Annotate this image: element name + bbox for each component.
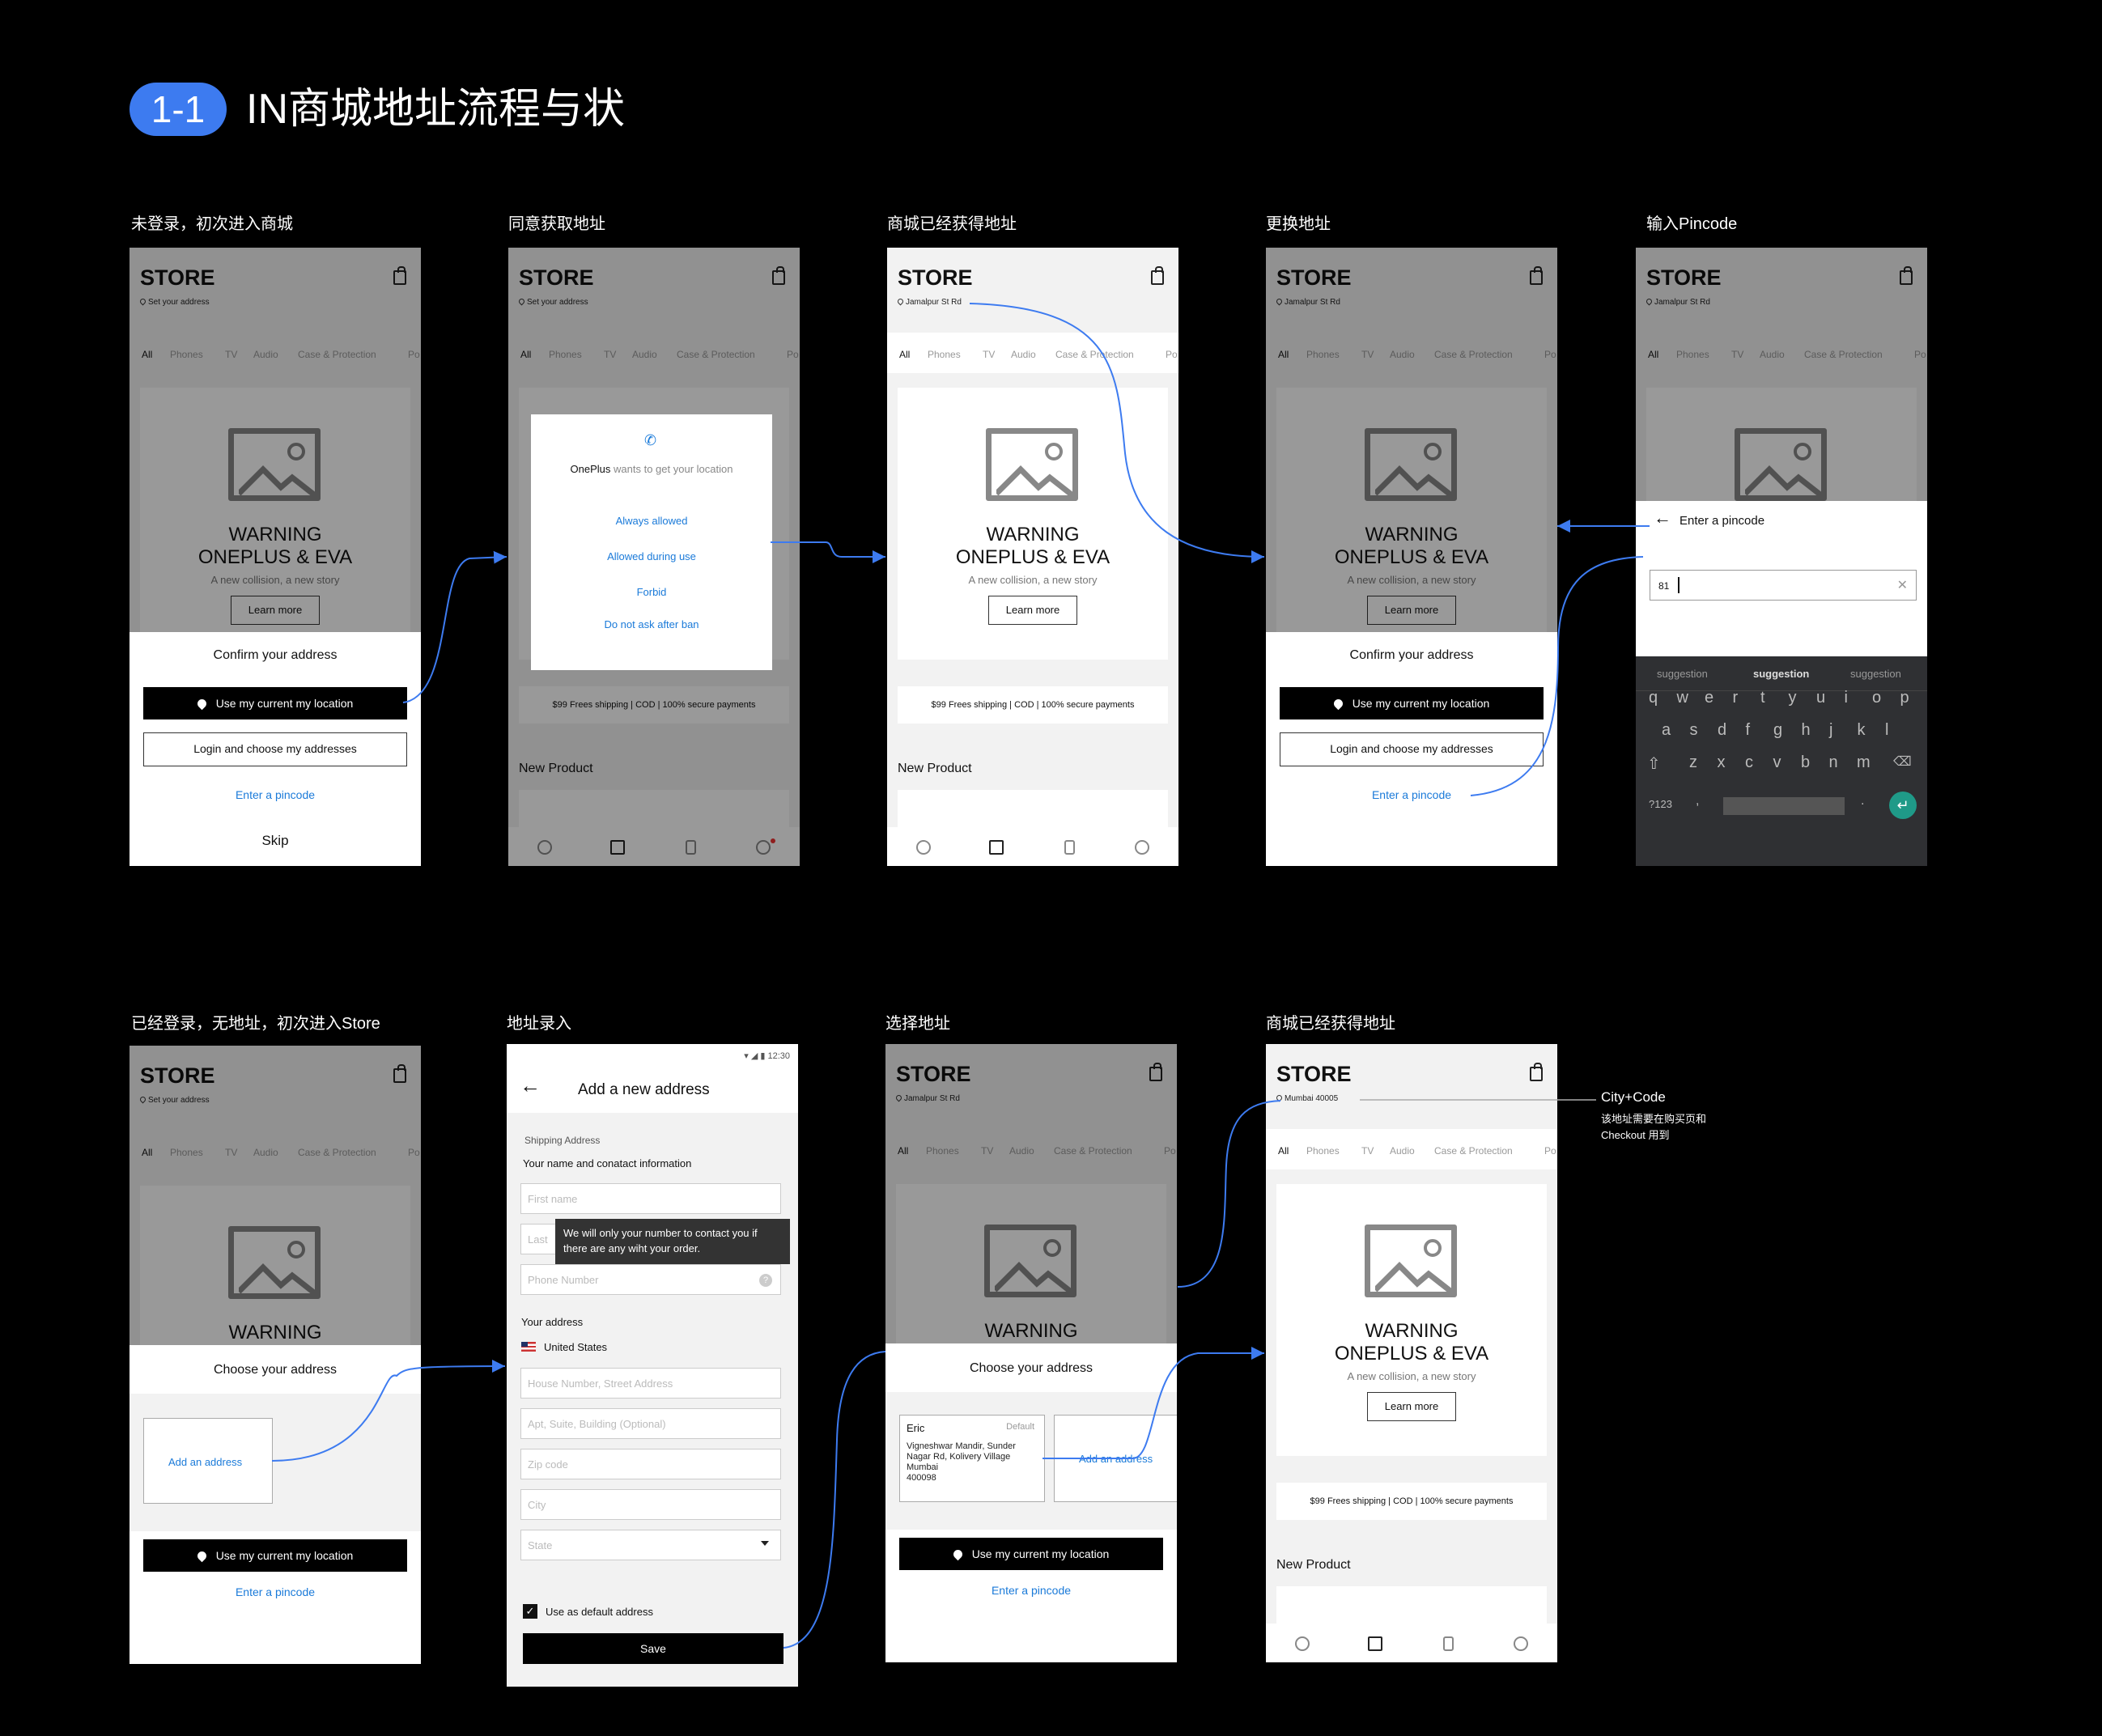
- flow-connectors: [271, 303, 1650, 1649]
- flow-arrow-7: [783, 1351, 886, 1649]
- flow-arrow-1: [402, 550, 507, 703]
- flow-arrow-2: [771, 541, 885, 563]
- flow-arrow-8: [1043, 1347, 1264, 1459]
- flow-arrow-4: [1470, 556, 1644, 796]
- flow-arrow-3: [969, 303, 1265, 563]
- flow-arrow-6: [271, 1360, 506, 1462]
- flow-arrow-9: [1177, 1100, 1281, 1288]
